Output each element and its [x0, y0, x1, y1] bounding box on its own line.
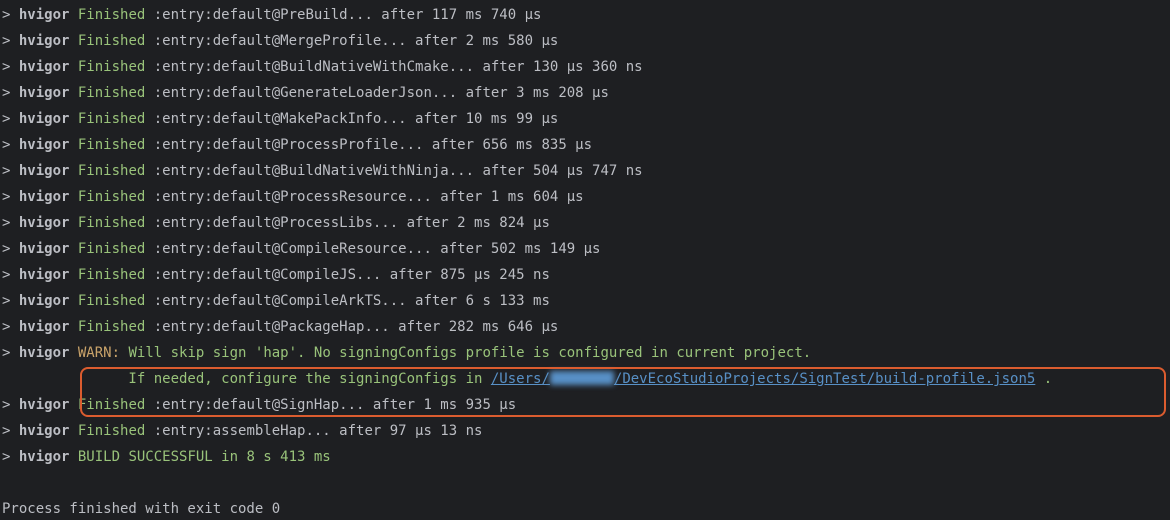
- warn-line-1: > hvigor WARN: Will skip sign 'hap'. No …: [2, 340, 1170, 366]
- build-log-line: > hvigor Finished :entry:default@MergePr…: [2, 28, 1170, 54]
- build-log-line: > hvigor Finished :entry:assembleHap... …: [2, 418, 1170, 444]
- build-log-line: > hvigor Finished :entry:default@Compile…: [2, 288, 1170, 314]
- config-file-link[interactable]: /Users/: [491, 371, 550, 387]
- config-file-link-tail[interactable]: /DevEcoStudioProjects/SignTest/build-pro…: [614, 371, 1035, 387]
- build-log-line: > hvigor Finished :entry:default@BuildNa…: [2, 54, 1170, 80]
- build-log-line: > hvigor Finished :entry:default@Process…: [2, 132, 1170, 158]
- build-log-line: > hvigor Finished :entry:default@Generat…: [2, 80, 1170, 106]
- build-log-line: > hvigor Finished :entry:default@Compile…: [2, 236, 1170, 262]
- build-log-line: > hvigor Finished :entry:default@Process…: [2, 184, 1170, 210]
- process-exit-line: Process finished with exit code 0: [2, 496, 1170, 520]
- build-log-line: > hvigor Finished :entry:default@SignHap…: [2, 392, 1170, 418]
- build-output-console: > hvigor Finished :entry:default@PreBuil…: [0, 0, 1170, 520]
- build-log-line: > hvigor Finished :entry:default@Process…: [2, 210, 1170, 236]
- warn-line-2: If needed, configure the signingConfigs …: [2, 366, 1170, 392]
- build-log-line: > hvigor Finished :entry:default@BuildNa…: [2, 158, 1170, 184]
- blank-line: [2, 470, 1170, 496]
- build-log-line: > hvigor Finished :entry:default@MakePac…: [2, 106, 1170, 132]
- build-log-line: > hvigor Finished :entry:default@Compile…: [2, 262, 1170, 288]
- build-log-line: > hvigor Finished :entry:default@Package…: [2, 314, 1170, 340]
- redacted-username: [550, 371, 614, 385]
- build-log-line: > hvigor Finished :entry:default@PreBuil…: [2, 2, 1170, 28]
- build-successful-line: > hvigor BUILD SUCCESSFUL in 8 s 413 ms: [2, 444, 1170, 470]
